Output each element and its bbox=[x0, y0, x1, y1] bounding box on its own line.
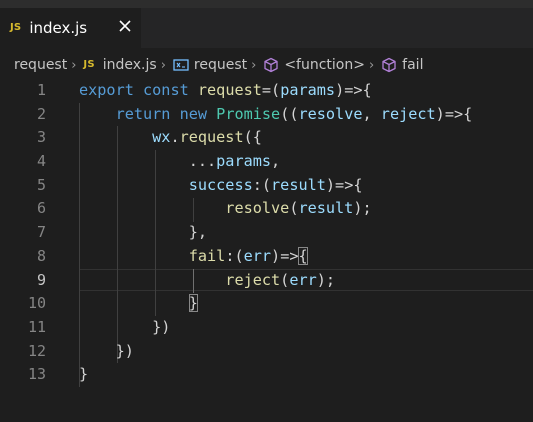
code-token: params bbox=[280, 81, 336, 99]
code-token: err bbox=[289, 270, 317, 289]
code-token: ({ bbox=[243, 128, 262, 147]
code-line[interactable]: export const request=(params)=>{ bbox=[79, 79, 472, 103]
code-content[interactable]: export const request=(params)=>{ return … bbox=[79, 79, 472, 387]
code-token: resolve bbox=[298, 104, 363, 123]
code-token: ... bbox=[79, 152, 217, 171]
code-token: reject bbox=[380, 104, 436, 123]
line-number: 8 bbox=[36, 246, 46, 265]
code-token: }) bbox=[79, 317, 171, 336]
breadcrumb-variable[interactable]: request bbox=[173, 57, 247, 73]
line-number: 6 bbox=[36, 199, 46, 218]
line-number: 13 bbox=[27, 365, 46, 384]
code-token: err bbox=[243, 246, 272, 265]
method-cube-icon bbox=[264, 57, 278, 73]
breadcrumb-label: fail bbox=[402, 57, 424, 73]
tab-label: index.js bbox=[29, 19, 88, 37]
close-icon[interactable] bbox=[118, 19, 132, 33]
code-token: request bbox=[197, 81, 262, 99]
line-number: 1 bbox=[36, 81, 46, 99]
code-token: success bbox=[79, 175, 253, 194]
chevron-right-icon: › bbox=[368, 57, 375, 73]
chevron-right-icon: › bbox=[71, 57, 77, 73]
code-token: }, bbox=[79, 223, 208, 242]
line-number: 5 bbox=[36, 175, 46, 194]
code-token: :( bbox=[225, 246, 244, 265]
code-line[interactable]: fail:(err)=>{ bbox=[79, 245, 472, 269]
code-token: :( bbox=[252, 175, 272, 194]
chevron-right-icon: › bbox=[251, 57, 257, 73]
breadcrumb-label: request bbox=[193, 57, 248, 73]
line-number-gutter: 1 2 3 4 5 6 7 8 9 10 11 12 13 bbox=[0, 79, 46, 387]
line-number: 2 bbox=[36, 104, 46, 123]
code-token: Promise bbox=[216, 104, 281, 123]
breadcrumb-folder[interactable]: request bbox=[14, 57, 67, 73]
code-token: wx bbox=[79, 128, 171, 147]
code-token: )=> bbox=[271, 246, 299, 265]
code-token: return bbox=[79, 104, 180, 123]
code-line[interactable]: } bbox=[79, 292, 472, 316]
code-line[interactable]: return new Promise((resolve, reject)=>{ bbox=[79, 103, 473, 127]
code-token: result bbox=[271, 175, 326, 194]
code-token: )=>{ bbox=[435, 104, 473, 123]
code-token: )=>{ bbox=[335, 81, 372, 99]
code-line[interactable]: reject(err); bbox=[79, 269, 472, 293]
code-token: ); bbox=[316, 270, 336, 289]
breadcrumb-label: request bbox=[14, 57, 68, 73]
line-number: 9 bbox=[36, 270, 46, 289]
code-editor[interactable]: 1 2 3 4 5 6 7 8 9 10 11 12 13 export const request=(… bbox=[0, 79, 533, 422]
code-line[interactable]: resolve(result); bbox=[79, 197, 472, 221]
code-token: params bbox=[216, 152, 272, 171]
line-number: 12 bbox=[27, 341, 46, 360]
bracket-match-token: } bbox=[188, 294, 198, 313]
code-token: export bbox=[79, 81, 144, 99]
line-number: 4 bbox=[36, 152, 46, 171]
chevron-right-icon: › bbox=[160, 57, 166, 73]
bracket-match-token: { bbox=[298, 246, 308, 265]
breadcrumb-file[interactable]: JS index.js bbox=[83, 57, 156, 73]
code-token: ); bbox=[353, 199, 372, 218]
js-file-icon: JS bbox=[10, 21, 22, 33]
code-token: fail bbox=[79, 246, 226, 265]
breadcrumb-method[interactable]: fail bbox=[381, 57, 423, 73]
breadcrumb-function[interactable]: <function> bbox=[263, 57, 365, 73]
breadcrumb-label: index.js bbox=[102, 57, 157, 73]
code-line[interactable]: wx.request({ bbox=[79, 126, 472, 150]
code-token: reject bbox=[79, 270, 281, 289]
tab-index-js[interactable]: JS index.js bbox=[0, 8, 141, 48]
variable-icon bbox=[173, 59, 189, 71]
code-token: resolve bbox=[79, 199, 290, 218]
code-token: (( bbox=[280, 104, 299, 123]
line-number: 3 bbox=[36, 128, 46, 147]
code-token: } bbox=[79, 365, 89, 384]
method-cube-icon bbox=[382, 57, 396, 73]
code-token: const bbox=[143, 81, 198, 99]
code-line[interactable]: }) bbox=[79, 340, 472, 364]
line-number: 11 bbox=[27, 317, 46, 336]
breadcrumb-label: <function> bbox=[284, 57, 365, 73]
code-token: }) bbox=[79, 341, 134, 360]
code-token: ( bbox=[280, 270, 290, 289]
code-token: )=>{ bbox=[325, 175, 363, 194]
code-token: =( bbox=[261, 81, 281, 99]
title-bar bbox=[0, 0, 533, 8]
code-token: , bbox=[362, 104, 381, 123]
code-line[interactable]: success:(result)=>{ bbox=[79, 174, 472, 198]
code-token: result bbox=[298, 199, 354, 218]
code-token: , bbox=[271, 152, 281, 171]
breadcrumb: request › JS index.js › request › <funct… bbox=[0, 53, 533, 77]
code-line[interactable]: }) bbox=[79, 316, 472, 340]
code-token: request bbox=[179, 128, 244, 147]
code-token: new bbox=[179, 104, 217, 123]
code-line[interactable]: } bbox=[79, 363, 472, 387]
line-number: 7 bbox=[36, 223, 46, 242]
code-line[interactable]: ...params, bbox=[79, 150, 472, 174]
code-line[interactable]: }, bbox=[79, 221, 472, 245]
line-number: 10 bbox=[27, 294, 46, 313]
js-file-icon: JS bbox=[83, 58, 95, 70]
code-token: . bbox=[170, 128, 180, 147]
